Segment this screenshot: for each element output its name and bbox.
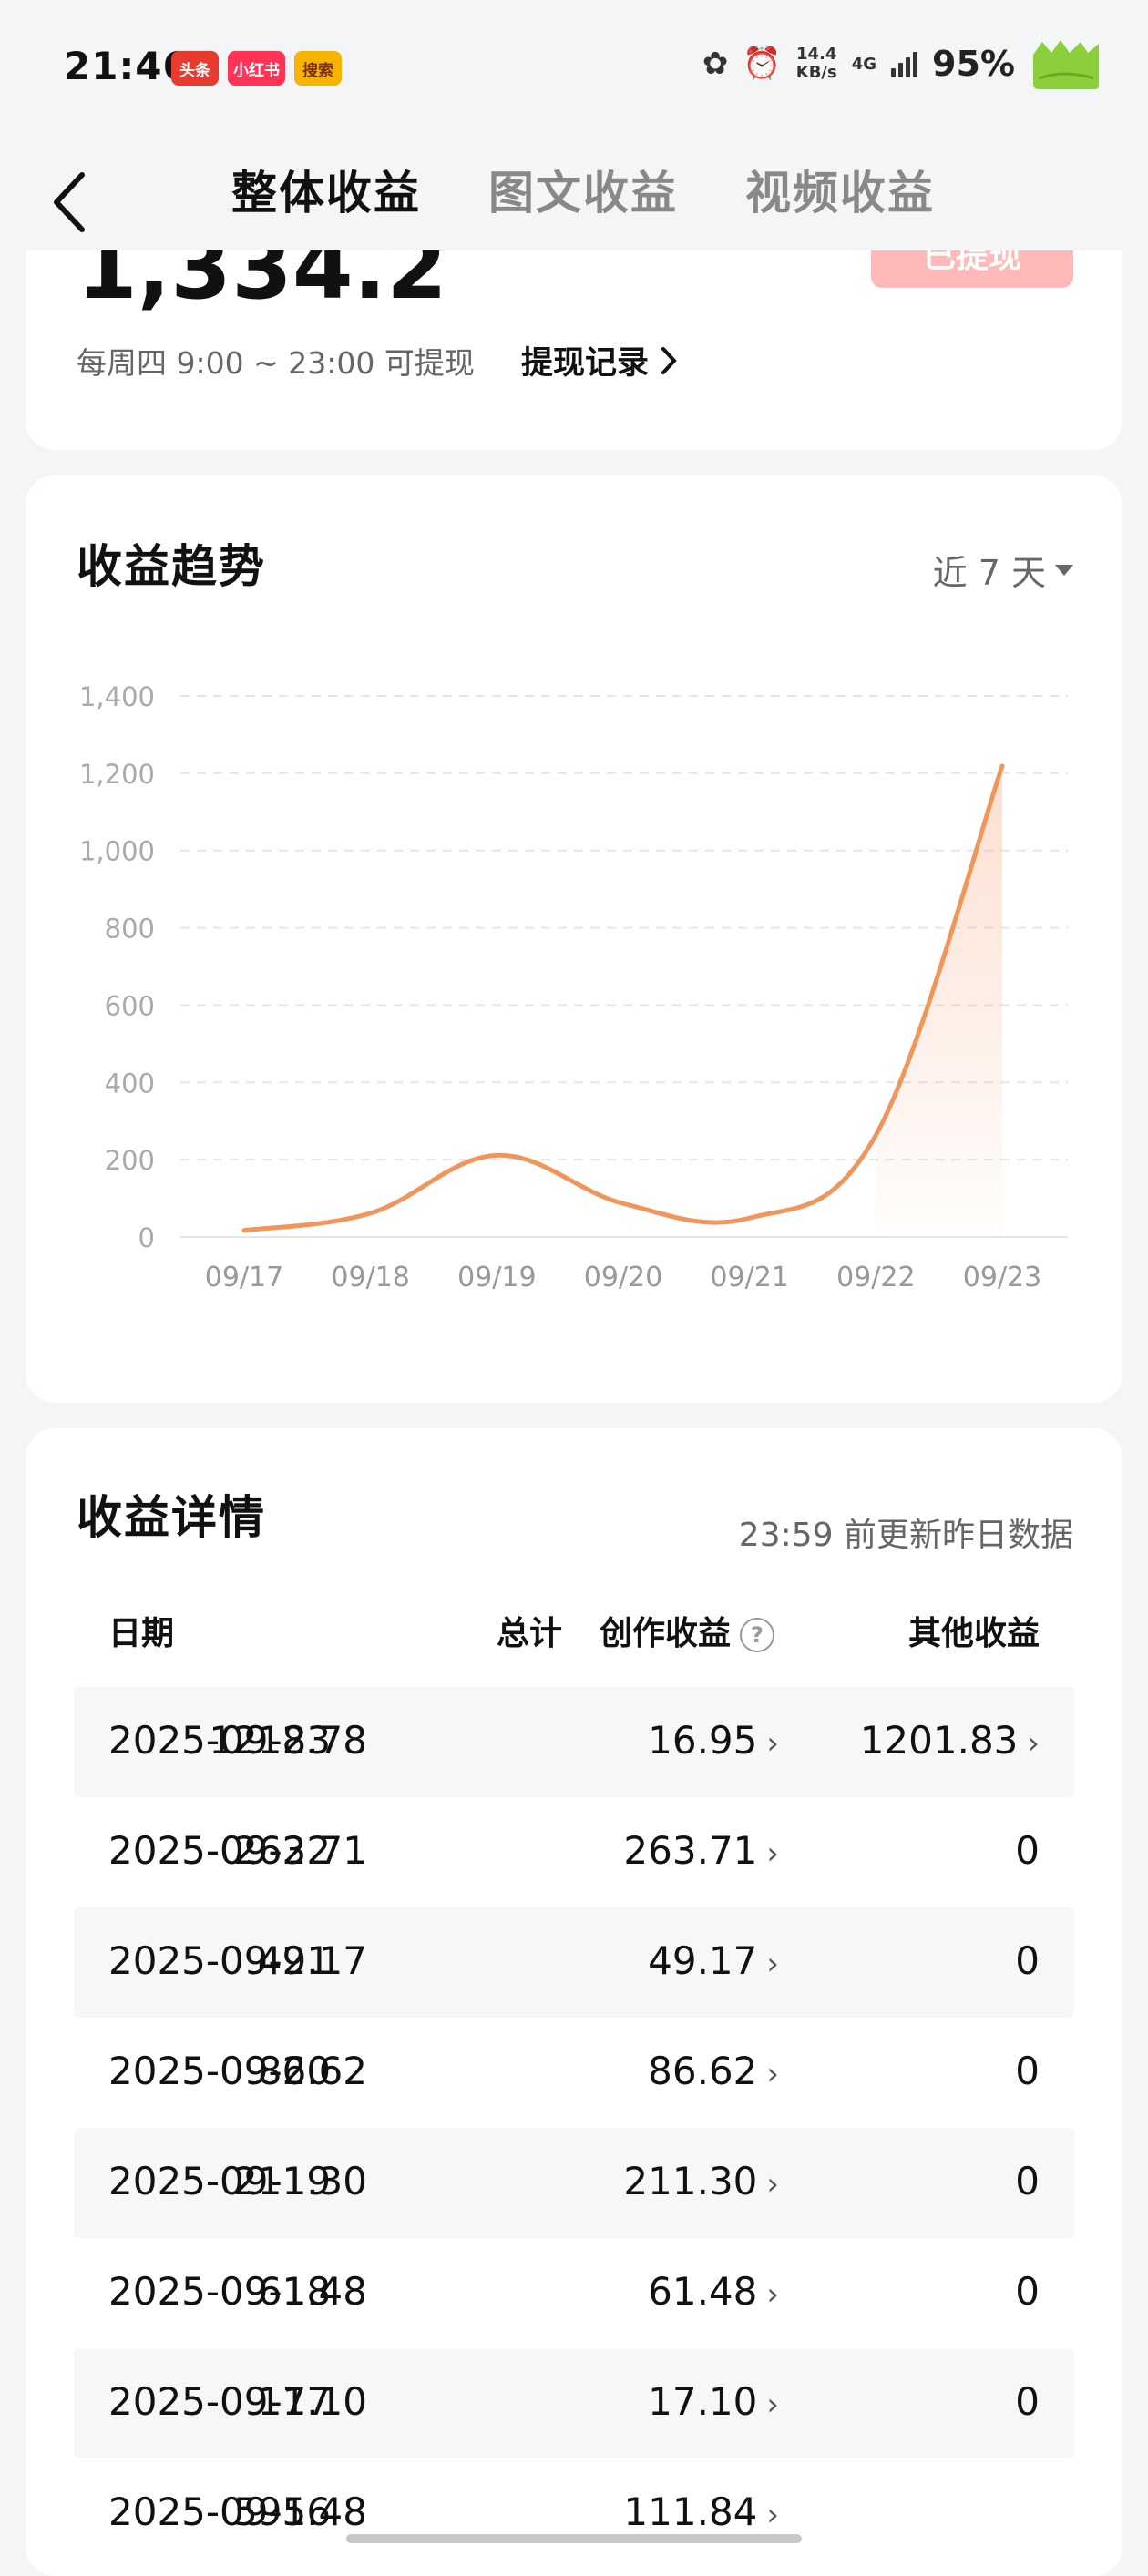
row-other-income: 0 (1015, 2269, 1040, 2314)
row-total: 17.10 (257, 2379, 367, 2424)
row-other-income: 0 (1015, 2379, 1040, 2424)
row-creation-income[interactable]: 17.10 › (648, 2379, 779, 2424)
update-note: 23:59 前更新昨日数据 (738, 1517, 1073, 1554)
network-type: 4G (851, 54, 877, 74)
y-tick-label: 1,400 (79, 681, 155, 712)
table-row: 2025-09-18 61.48 61.48 › 0 (74, 2238, 1074, 2348)
row-total: 49.17 (257, 1938, 367, 1983)
x-tick-label: 09/17 (205, 1262, 283, 1293)
battery-percent: 95% (932, 44, 1015, 84)
toutiao-app-icon: 头条 (171, 51, 219, 86)
y-tick-label: 800 (105, 914, 155, 945)
search-app-icon: 搜索 (294, 51, 342, 86)
row-creation-income[interactable]: 49.17 › (648, 1938, 779, 1983)
chevron-right-icon: › (1027, 1725, 1040, 1762)
row-other-income: 0 (1015, 2049, 1040, 2093)
table-row: 2025-09-16 595.48 111.84 › (74, 2458, 1074, 2569)
col-header-date: 日期 (108, 1615, 175, 1652)
row-total: 1218.78 (209, 1718, 367, 1763)
signal-strength-icon (891, 50, 918, 77)
x-tick-label: 09/22 (836, 1262, 915, 1293)
income-trend-card: 收益趋势 近 7 天 0 200 400 600 800 1,000 1,200 1,400 … (26, 475, 1122, 1403)
table-row: 2025-09-19 211.30 211.30 › 0 (74, 2128, 1074, 2238)
home-indicator (346, 2534, 802, 2543)
row-total: 263.71 (233, 1828, 367, 1873)
chevron-right-icon (661, 346, 677, 374)
row-other-income: 0 (1015, 1938, 1040, 1983)
chevron-right-icon: › (766, 2056, 779, 2092)
col-header-other: 其他收益 (907, 1615, 1040, 1652)
flower-icon: ✿ (702, 46, 729, 82)
income-tabs: 整体收益 图文收益 视频收益 (231, 157, 935, 222)
x-tick-label: 09/19 (457, 1262, 536, 1293)
income-details-card: 收益详情 23:59 前更新昨日数据 日期 总计 创作收益? 其他收益 2025… (26, 1428, 1122, 2576)
y-tick-label: 1,200 (79, 759, 155, 790)
col-header-total: 总计 (496, 1615, 562, 1652)
x-tick-label: 09/23 (963, 1262, 1041, 1293)
row-other-income: 0 (1015, 2159, 1040, 2203)
chevron-right-icon: › (766, 1725, 779, 1762)
row-total: 86.62 (257, 2049, 367, 2093)
y-tick-label: 1,000 (79, 836, 155, 867)
alarm-icon: ⏰ (743, 46, 782, 82)
row-total: 595.48 (233, 2489, 367, 2534)
row-creation-income[interactable]: 263.71 › (623, 1828, 779, 1873)
x-tick-label: 09/18 (331, 1262, 409, 1293)
row-total: 61.48 (257, 2269, 367, 2314)
chevron-right-icon: › (766, 2166, 779, 2203)
row-creation-income[interactable]: 61.48 › (648, 2269, 779, 2314)
y-tick-label: 0 (138, 1222, 155, 1253)
table-row: 2025-09-20 86.62 86.62 › 0 (74, 2018, 1074, 2128)
tab-video-income[interactable]: 视频收益 (745, 157, 935, 222)
table-row: 2025-09-23 1218.78 16.95 › 1201.83 › (74, 1687, 1074, 1797)
table-row: 2025-09-17 17.10 17.10 › 0 (74, 2348, 1074, 2458)
income-trend-chart: 0 200 400 600 800 1,000 1,200 1,400 09/17 09/18 0… (79, 681, 1068, 1293)
trend-area (876, 765, 1002, 1237)
row-total: 211.30 (233, 2159, 367, 2203)
withdraw-record-link[interactable]: 提现记录 (521, 337, 678, 383)
row-creation-income[interactable]: 16.95 › (648, 1718, 779, 1763)
chevron-right-icon: › (766, 2387, 779, 2423)
chevron-right-icon: › (766, 1946, 779, 1982)
row-other-income: 0 (1015, 1828, 1040, 1873)
details-title: 收益详情 (77, 1491, 266, 1544)
tab-article-income[interactable]: 图文收益 (488, 157, 678, 222)
net-speed: 14.4 KB/s (795, 45, 837, 82)
row-creation-income[interactable]: 86.62 › (648, 2049, 779, 2093)
status-indicators: ✿ ⏰ 14.4 KB/s 4G 95% (702, 36, 1104, 91)
help-icon[interactable]: ? (740, 1618, 775, 1652)
chevron-right-icon: › (766, 2497, 779, 2533)
y-tick-label: 400 (105, 1068, 155, 1099)
row-creation-income[interactable]: 211.30 › (623, 2159, 779, 2203)
tab-overall-income[interactable]: 整体收益 (231, 157, 421, 222)
row-other-income[interactable]: 1201.83 › (860, 1718, 1040, 1763)
xiaohongshu-app-icon: 小红书 (228, 51, 285, 86)
withdraw-schedule-note: 每周四 9:00 ~ 23:00 可提现 (77, 345, 475, 381)
back-arrow-icon[interactable] (46, 166, 100, 239)
y-tick-label: 600 (105, 990, 155, 1021)
chevron-right-icon: › (766, 2276, 779, 2313)
status-bar: 21:46 头条 小红书 搜索 ✿ ⏰ 14.4 KB/s 4G 95% (0, 0, 1148, 137)
top-nav: 整体收益 图文收益 视频收益 (0, 137, 1148, 250)
y-tick-label: 200 (105, 1145, 155, 1176)
notification-app-icons: 头条 小红书 搜索 (171, 51, 342, 86)
col-header-creation: 创作收益? (600, 1607, 775, 1654)
chevron-right-icon: › (766, 1835, 779, 1872)
x-tick-label: 09/20 (584, 1262, 662, 1293)
x-tick-label: 09/21 (710, 1262, 788, 1293)
table-row: 2025-09-22 263.71 263.71 › 0 (74, 1797, 1074, 1907)
row-creation-income[interactable]: 111.84 › (623, 2489, 779, 2534)
table-row: 2025-09-21 49.17 49.17 › 0 (74, 1907, 1074, 2018)
battery-icon (1033, 40, 1099, 89)
